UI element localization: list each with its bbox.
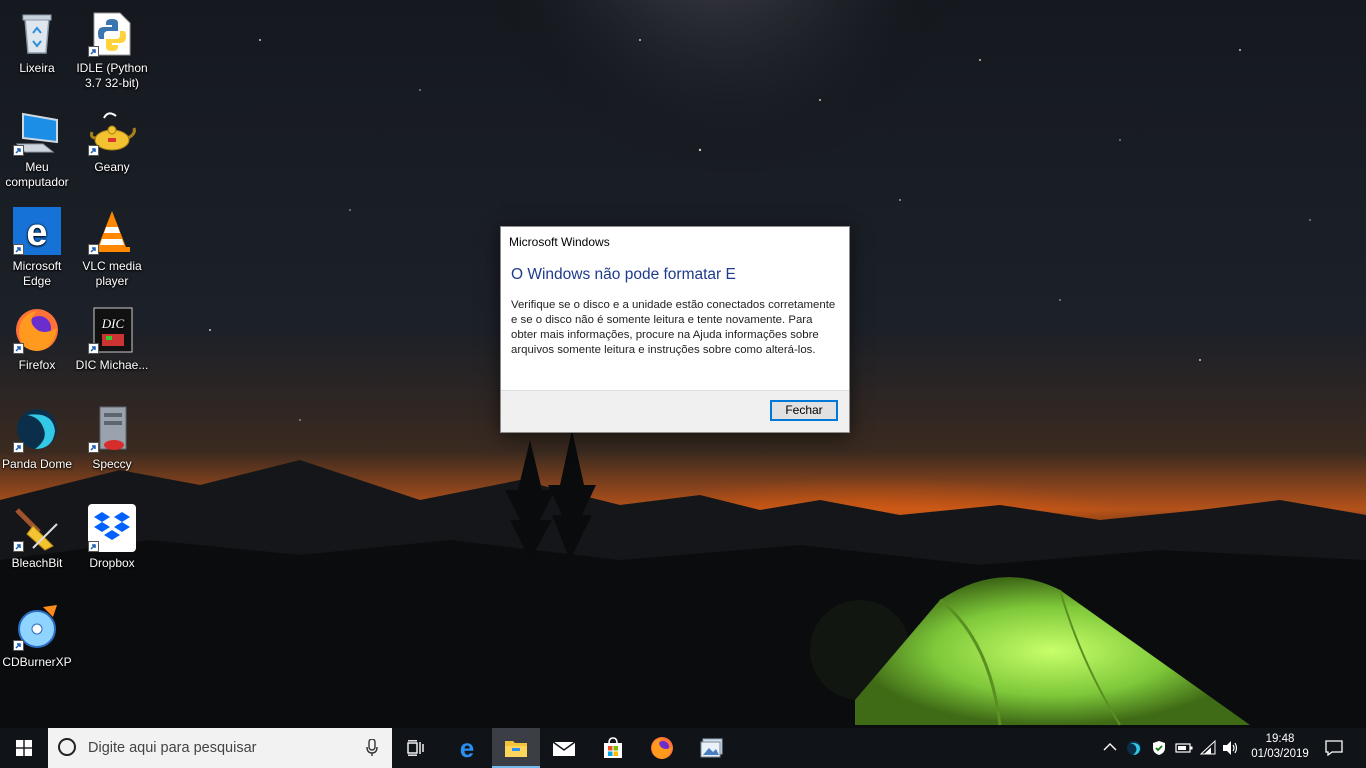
shortcut-arrow-icon [88, 46, 99, 57]
file-explorer-icon [505, 741, 527, 757]
icon-label: VLC media player [82, 259, 142, 288]
desktop-icon-recycle-bin[interactable]: Lixeira [0, 3, 74, 95]
shortcut-arrow-icon [88, 145, 99, 156]
error-dialog: Microsoft Windows O Windows não pode for… [500, 226, 850, 433]
action-center-icon[interactable] [1325, 740, 1343, 756]
desktop-icon-cdburnerxp[interactable]: CDBurnerXP [0, 597, 74, 689]
shortcut-arrow-icon [88, 442, 99, 453]
mail-icon [552, 741, 576, 756]
defender-icon[interactable] [1151, 740, 1167, 756]
icon-label: Geany [94, 160, 130, 174]
clock-date: 01/03/2019 [1251, 748, 1309, 760]
wifi-icon[interactable] [1199, 740, 1217, 756]
icon-label: Meu computador [5, 160, 69, 189]
icon-label: BleachBit [11, 556, 63, 570]
shortcut-arrow-icon [13, 442, 24, 453]
icon-label: Panda Dome [1, 457, 73, 471]
cortana-icon [58, 738, 76, 756]
taskbar-store[interactable] [589, 728, 637, 768]
task-view-icon [407, 740, 424, 756]
svg-text:DIC: DIC [101, 316, 125, 331]
edge-icon: e [460, 736, 474, 760]
dialog-message: Verifique se o disco e a unidade estão c… [511, 299, 836, 356]
desktop-icon-panda-dome[interactable]: Panda Dome [0, 399, 74, 491]
desktop-icon-dropbox[interactable]: Dropbox [75, 498, 149, 590]
desktop-icon-microsoft-edge[interactable]: e Microsoft Edge [0, 201, 74, 293]
taskbar-edge[interactable]: e [443, 728, 491, 768]
desktop-icon-bleachbit[interactable]: BleachBit [0, 498, 74, 590]
clock-time: 19:48 [1265, 733, 1295, 745]
dialog-title: Microsoft Windows [509, 235, 610, 249]
svg-text:e: e [460, 736, 474, 760]
close-button[interactable]: Fechar [770, 400, 838, 421]
icon-label: Lixeira [19, 61, 55, 75]
taskbar-photos[interactable] [688, 728, 736, 768]
desktop-icon-idle-python[interactable]: IDLE (Python 3.7 32-bit) [75, 3, 149, 95]
svg-text:e: e [26, 212, 47, 254]
shortcut-arrow-icon [13, 244, 24, 255]
shortcut-arrow-icon [13, 145, 24, 156]
search-placeholder: Digite aqui para pesquisar [88, 740, 257, 756]
shortcut-arrow-icon [13, 343, 24, 354]
icon-label: Speccy [92, 457, 132, 471]
taskbar-mail[interactable] [540, 728, 588, 768]
icon-label: CDBurnerXP [2, 655, 72, 669]
battery-icon[interactable] [1175, 743, 1193, 753]
panda-tray-icon[interactable] [1126, 740, 1142, 756]
desktop-icon-firefox[interactable]: Firefox [0, 300, 74, 392]
icon-label: IDLE (Python 3.7 32-bit) [76, 61, 148, 90]
task-view-button[interactable] [392, 728, 440, 768]
start-icon [16, 740, 32, 756]
store-icon [604, 737, 622, 758]
taskbar-search[interactable]: Digite aqui para pesquisar [48, 728, 392, 768]
taskbar-firefox[interactable] [638, 728, 686, 768]
shortcut-arrow-icon [88, 343, 99, 354]
taskbar-file-explorer[interactable] [492, 728, 540, 768]
icon-label: Microsoft Edge [12, 259, 62, 288]
firefox-icon [651, 737, 673, 759]
desktop-icon-speccy[interactable]: Speccy [75, 399, 149, 491]
taskbar: Digite aqui para pesquisar e 19:48 01/03… [0, 728, 1366, 768]
shortcut-arrow-icon [13, 541, 24, 552]
desktop-icon-dic[interactable]: DIC DIC Michae... [75, 300, 149, 392]
shortcut-arrow-icon [88, 541, 99, 552]
desktop-icon-geany[interactable]: Geany [75, 102, 149, 194]
photos-icon [700, 738, 723, 758]
start-button[interactable] [0, 728, 48, 768]
dialog-heading: O Windows não pode formatar E [511, 266, 736, 283]
icon-label: DIC Michae... [75, 358, 149, 372]
icon-label: Dropbox [89, 556, 135, 570]
desktop-icon-vlc[interactable]: VLC media player [75, 201, 149, 293]
chevron-up-icon[interactable] [1103, 742, 1117, 752]
recycle-bin-icon [22, 14, 52, 54]
microphone-icon[interactable] [366, 739, 378, 757]
dialog-footer: Fechar [501, 390, 849, 432]
taskbar-clock[interactable]: 19:48 01/03/2019 [1242, 732, 1318, 762]
volume-icon[interactable] [1222, 740, 1240, 756]
icon-label: Firefox [18, 358, 56, 372]
shortcut-arrow-icon [88, 244, 99, 255]
shortcut-arrow-icon [13, 640, 24, 651]
desktop-icon-my-computer[interactable]: Meu computador [0, 102, 74, 194]
